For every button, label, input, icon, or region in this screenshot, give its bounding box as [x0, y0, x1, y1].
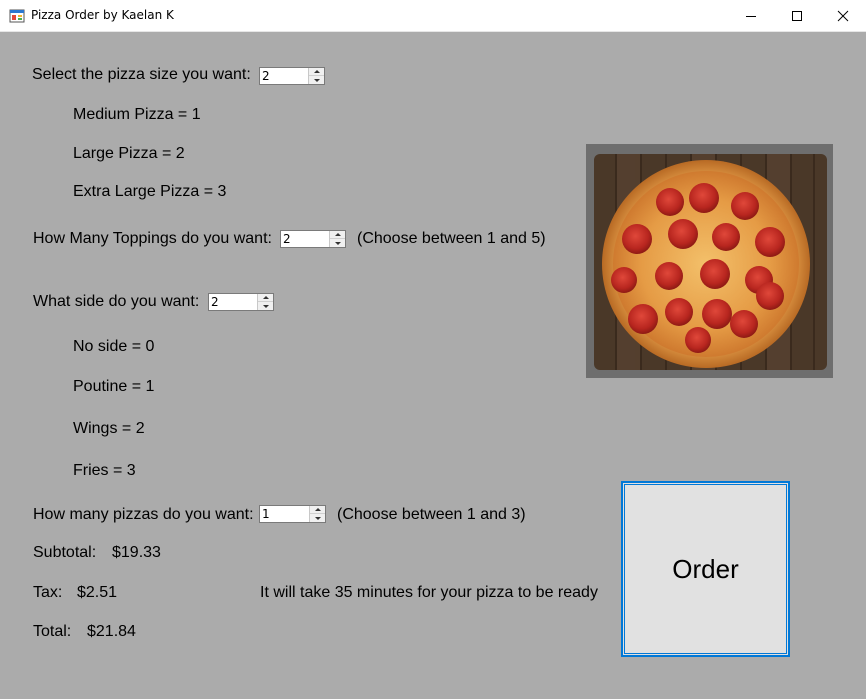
toppings-stepper[interactable]: 2 — [280, 230, 346, 248]
size-stepper-down-button[interactable] — [309, 76, 324, 84]
quantity-stepper-value[interactable]: 1 — [262, 507, 270, 521]
maximize-icon — [792, 10, 802, 21]
pizza-image — [586, 144, 833, 378]
total-value: $21.84 — [87, 623, 136, 640]
window-title: Pizza Order by Kaelan K — [31, 8, 174, 22]
title-bar[interactable]: Pizza Order by Kaelan K — [0, 0, 866, 32]
quantity-prompt-label: How many pizzas do you want: — [33, 506, 254, 523]
arrow-down-icon — [334, 241, 341, 245]
toppings-stepper-value[interactable]: 2 — [283, 232, 291, 246]
side-stepper[interactable]: 2 — [208, 293, 274, 311]
main-window: Pizza Order by Kaelan K Select the pizza… — [0, 0, 866, 699]
tax-value: $2.51 — [77, 584, 118, 601]
app-icon — [9, 9, 25, 23]
order-button[interactable]: Order — [621, 481, 790, 657]
size-stepper[interactable]: 2 — [259, 67, 325, 85]
side-stepper-down-button[interactable] — [258, 302, 273, 310]
close-button[interactable] — [820, 0, 866, 31]
size-stepper-value[interactable]: 2 — [262, 69, 270, 83]
arrow-down-icon — [262, 304, 269, 308]
arrow-up-icon — [314, 508, 321, 511]
quantity-hint-label: (Choose between 1 and 3) — [337, 506, 526, 523]
total-label: Total: — [33, 623, 72, 640]
quantity-stepper-down-button[interactable] — [310, 514, 325, 522]
side-prompt-label: What side do you want: — [33, 293, 200, 310]
size-option-extra-large: Extra Large Pizza = 3 — [73, 183, 227, 200]
arrow-up-icon — [334, 233, 341, 236]
side-stepper-up-button[interactable] — [258, 294, 273, 302]
arrow-up-icon — [262, 296, 269, 299]
toppings-stepper-up-button[interactable] — [330, 231, 345, 239]
subtotal-value: $19.33 — [112, 544, 161, 561]
size-stepper-up-button[interactable] — [309, 68, 324, 76]
close-icon — [837, 10, 849, 21]
maximize-button[interactable] — [774, 0, 820, 31]
minimize-icon — [746, 15, 756, 17]
side-option-none: No side = 0 — [73, 338, 155, 355]
size-option-medium: Medium Pizza = 1 — [73, 106, 201, 123]
size-option-large: Large Pizza = 2 — [73, 145, 185, 162]
arrow-up-icon — [313, 70, 320, 73]
toppings-hint-label: (Choose between 1 and 5) — [357, 230, 546, 247]
side-option-wings: Wings = 2 — [73, 420, 145, 437]
ready-time-message: It will take 35 minutes for your pizza t… — [260, 584, 598, 601]
size-prompt-label: Select the pizza size you want: — [32, 66, 251, 83]
arrow-down-icon — [313, 78, 320, 82]
side-option-poutine: Poutine = 1 — [73, 378, 155, 395]
toppings-stepper-down-button[interactable] — [330, 239, 345, 247]
order-button-focus-ring — [624, 484, 787, 654]
side-stepper-value[interactable]: 2 — [211, 295, 219, 309]
quantity-stepper-up-button[interactable] — [310, 506, 325, 514]
minimize-button[interactable] — [728, 0, 774, 31]
arrow-down-icon — [314, 516, 321, 520]
quantity-stepper[interactable]: 1 — [259, 505, 326, 523]
toppings-prompt-label: How Many Toppings do you want: — [33, 230, 272, 247]
subtotal-label: Subtotal: — [33, 544, 97, 561]
side-option-fries: Fries = 3 — [73, 462, 136, 479]
tax-label: Tax: — [33, 584, 63, 601]
